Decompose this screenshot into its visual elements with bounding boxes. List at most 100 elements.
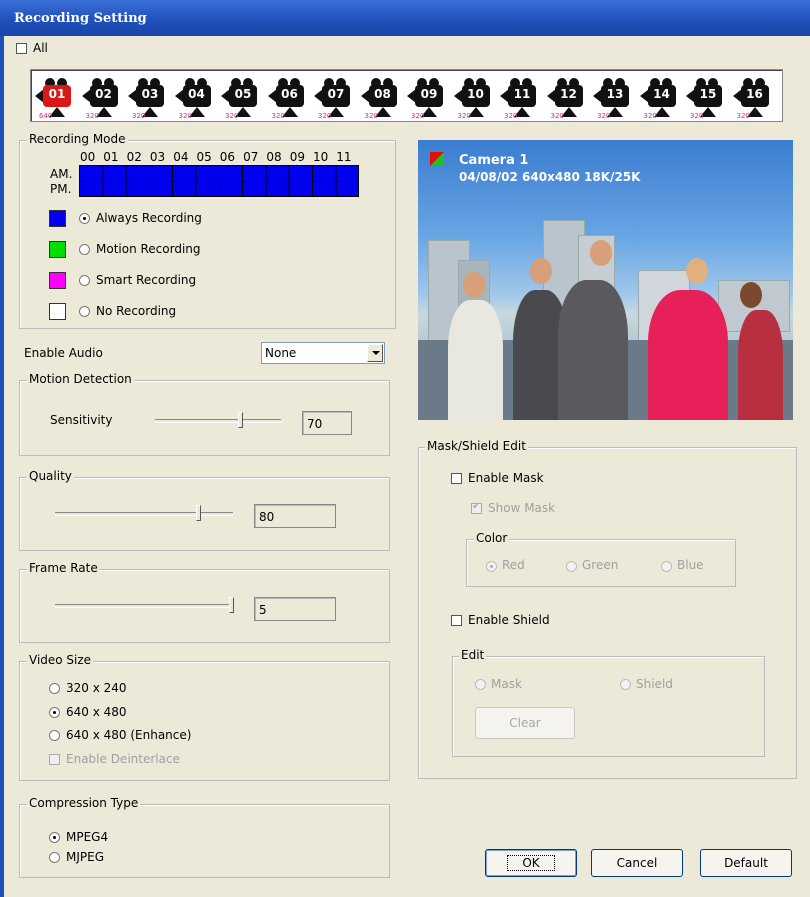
enable-audio-label: Enable Audio: [24, 346, 103, 360]
am-label: AM.: [50, 167, 73, 181]
default-button[interactable]: Default: [700, 849, 792, 877]
camera-button-15[interactable]: 15 320: [686, 74, 732, 120]
color-swatch: [49, 241, 66, 258]
edit-shield-label: Shield: [636, 677, 673, 691]
camera-button-04[interactable]: 04 320: [174, 74, 221, 120]
camera-resolution: 320: [85, 112, 99, 120]
hour-label: 07: [243, 150, 259, 164]
enable-audio-value: None: [265, 346, 297, 360]
enable-audio-select[interactable]: None: [261, 342, 385, 364]
camera-resolution: 640: [39, 112, 53, 120]
hour-label: 03: [149, 150, 166, 164]
compression-label: MPEG4: [66, 830, 109, 844]
window-title: Recording Setting: [14, 11, 147, 26]
recording-mode-radio[interactable]: [79, 306, 90, 317]
edit-shield-radio[interactable]: [620, 679, 631, 690]
recording-mode-label: Motion Recording: [96, 242, 201, 256]
camera-button-03[interactable]: 03 320: [128, 74, 174, 120]
enable-mask-checkbox[interactable]: [451, 473, 462, 484]
camera-button-11[interactable]: 11 320: [500, 74, 546, 120]
camera-button-14[interactable]: 14 320: [639, 74, 686, 120]
camera-button-06[interactable]: 06 320: [267, 74, 314, 120]
edit-mask-radio[interactable]: [475, 679, 486, 690]
camera-number: 12: [560, 87, 577, 101]
mask-color-radio[interactable]: [486, 561, 497, 572]
recording-mode-label: Smart Recording: [96, 273, 197, 287]
edit-mask-label: Mask: [491, 677, 522, 691]
camera-number: 16: [746, 87, 763, 101]
recording-mode-radio[interactable]: [79, 275, 90, 286]
camera-number: 04: [188, 87, 205, 101]
mask-color-radio[interactable]: [566, 561, 577, 572]
show-mask-label: Show Mask: [488, 501, 556, 515]
camera-number: 10: [467, 87, 484, 101]
all-checkbox[interactable]: [16, 43, 27, 54]
mask-color-label: Blue: [677, 558, 704, 572]
camera-button-10[interactable]: 10 320: [453, 74, 500, 120]
enable-deinterlace-checkbox[interactable]: [49, 754, 60, 765]
camera-button-01[interactable]: 01 640: [35, 74, 81, 120]
chevron-down-icon[interactable]: [367, 344, 383, 362]
hour-label: 01: [103, 150, 119, 164]
video-size-radio[interactable]: [49, 730, 60, 741]
cancel-button[interactable]: Cancel: [591, 849, 683, 877]
camera-button-02[interactable]: 02 320: [81, 74, 128, 120]
preview-camera-name: Camera 1: [459, 153, 529, 168]
frame-rate-slider-thumb[interactable]: [229, 597, 234, 613]
camera-resolution: 320: [736, 112, 750, 120]
camera-resolution: 320: [597, 112, 611, 120]
video-size-radio[interactable]: [49, 706, 60, 718]
show-mask-checkbox[interactable]: [471, 501, 482, 514]
camera-number: 06: [281, 87, 298, 101]
hour-label: 04: [173, 150, 189, 164]
sensitivity-slider-thumb[interactable]: [238, 412, 243, 428]
camera-button-16[interactable]: 16 320: [732, 74, 779, 120]
hour-label: 05: [196, 150, 212, 164]
camera-button-07[interactable]: 07 320: [314, 74, 360, 120]
color-title: Color: [474, 531, 510, 545]
video-size-radio[interactable]: [49, 683, 60, 694]
quality-slider-track[interactable]: [55, 512, 233, 516]
recording-mode-radio[interactable]: [79, 244, 90, 255]
quality-slider-thumb[interactable]: [196, 505, 201, 521]
camera-resolution: 320: [364, 112, 378, 120]
hour-label: 10: [313, 150, 329, 164]
camera-button-05[interactable]: 05 320: [221, 74, 267, 120]
compression-type-title: Compression Type: [27, 796, 141, 810]
camera-number: 01: [48, 87, 66, 101]
compression-radio[interactable]: [49, 832, 60, 843]
camera-button-13[interactable]: 13 320: [593, 74, 639, 120]
ok-button[interactable]: OK: [485, 849, 577, 877]
recording-schedule-grid[interactable]: [79, 165, 359, 197]
compression-label: MJPEG: [66, 850, 105, 864]
camera-resolution: 320: [643, 112, 657, 120]
hour-label: 09: [289, 150, 305, 164]
color-swatch: [49, 303, 66, 320]
hour-label: 08: [266, 150, 282, 164]
preview-info: 04/08/02 640x480 18K/25K: [459, 170, 641, 184]
camera-resolution: 320: [271, 112, 285, 120]
frame-rate-slider-track[interactable]: [55, 604, 233, 608]
camera-selector-strip: 01 640 02 320 03 320 04 320 05 320 06 320 07 320 08 320…: [30, 69, 783, 122]
camera-button-09[interactable]: 09 320: [407, 74, 453, 120]
compression-radio[interactable]: [49, 852, 60, 863]
hour-label: 00: [80, 150, 96, 164]
camera-resolution: 320: [178, 112, 192, 120]
video-size-label: 640 x 480 (Enhance): [66, 728, 192, 742]
enable-shield-checkbox[interactable]: [451, 615, 462, 626]
mask-color-radio[interactable]: [661, 561, 672, 572]
clear-button[interactable]: Clear: [475, 707, 575, 739]
camera-button-08[interactable]: 08 320: [360, 74, 407, 120]
mask-shield-title: Mask/Shield Edit: [425, 439, 528, 453]
recording-mode-radio[interactable]: [79, 213, 90, 224]
hour-label: 02: [126, 150, 142, 164]
sensitivity-label: Sensitivity: [50, 413, 113, 427]
camera-resolution: 320: [225, 112, 239, 120]
camera-button-12[interactable]: 12 320: [546, 74, 593, 120]
camera-number: 15: [699, 87, 717, 101]
camera-number: 11: [513, 87, 531, 101]
sensitivity-slider-track[interactable]: [155, 419, 281, 423]
frame-rate-value-box: 5: [254, 597, 336, 621]
camera-preview-image: Camera 1 04/08/02 640x480 18K/25K: [418, 140, 793, 420]
ok-button-label: OK: [507, 855, 555, 871]
